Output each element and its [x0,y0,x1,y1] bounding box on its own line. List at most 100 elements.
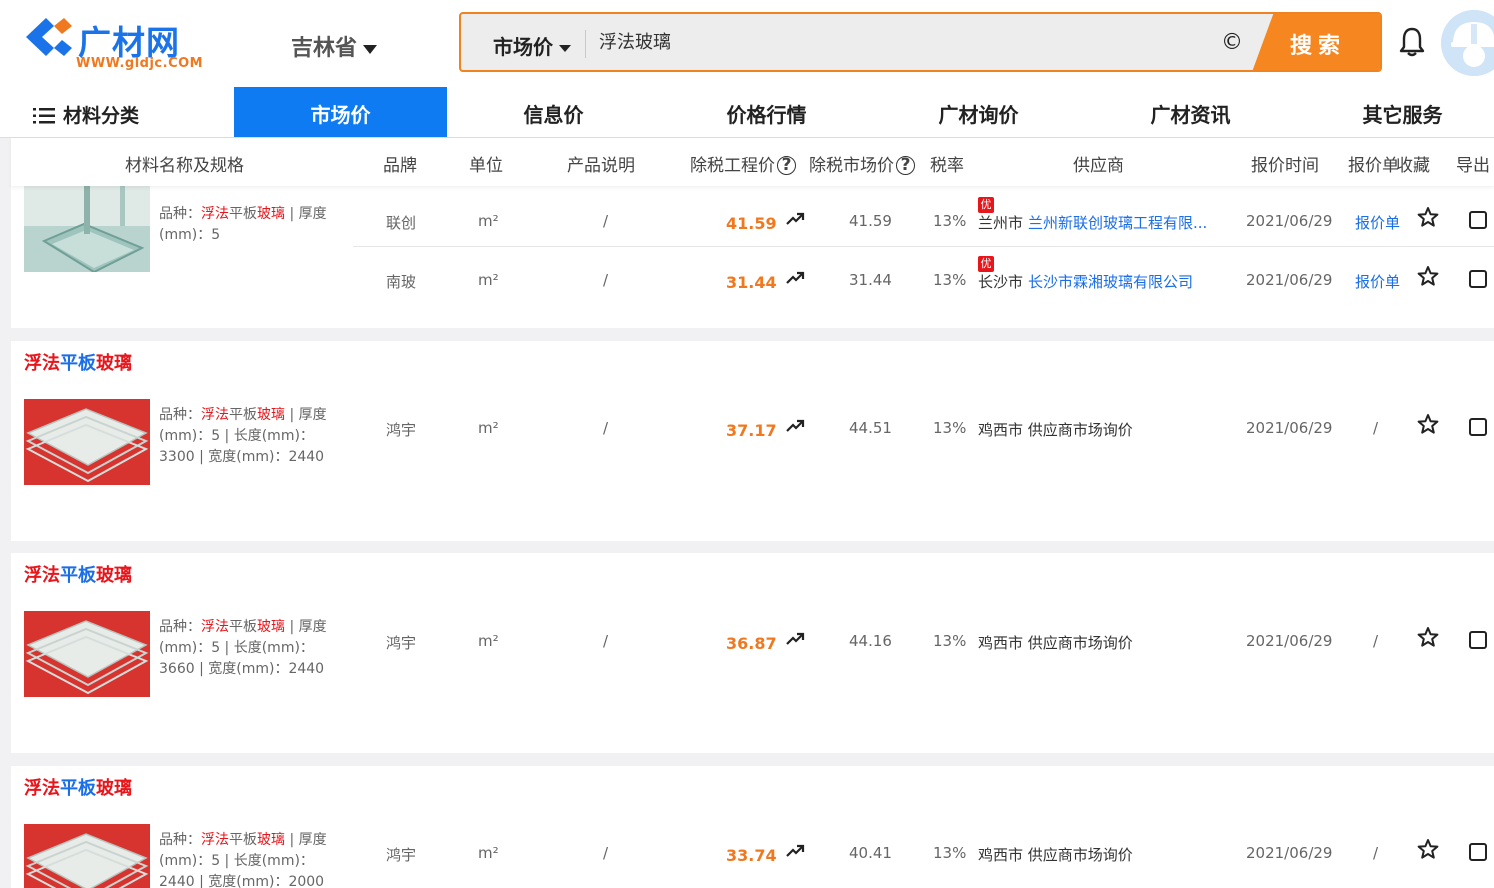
trend-icon[interactable] [785,210,805,228]
tab-news[interactable]: 广材资讯 [1084,87,1297,137]
unit-cell: m² [478,844,499,862]
col-export[interactable]: 导出 [1456,151,1490,176]
quote-link[interactable]: 报价单 [1355,271,1400,292]
spec-highlight: 浮法 [201,407,229,423]
quote-time-cell: 2021/06/29 [1246,419,1333,437]
material-card-2: 浮法平板玻璃 品种：浮法平板玻璃 | 厚度(mm)：5 | 长度(mm)：330… [11,341,1494,541]
material-card-4: 浮法平板玻璃 品种：浮法平板玻璃 | 厚度(mm)：5 | 长度(mm)：244… [11,766,1494,888]
search-type-dropdown[interactable]: 市场价 [493,31,571,60]
desc-cell: / [603,271,609,289]
category-menu[interactable]: 材料分类 [33,101,139,128]
title-part: 平板 [60,778,96,799]
mkt-price-cell: 40.41 [849,844,892,862]
spec-mid: 平板 [229,619,257,635]
glass-sheets-image [24,611,150,697]
product-thumbnail[interactable] [24,824,150,888]
unit-cell: m² [478,419,499,437]
tab-market-price[interactable]: 市场价 [234,87,447,137]
quote-cell: / [1373,632,1379,650]
quote-time-cell: 2021/06/29 [1246,844,1333,862]
eng-price-cell: 41.59 [726,214,777,233]
tab-other-services[interactable]: 其它服务 [1296,87,1494,137]
product-thumbnail[interactable] [24,399,150,485]
trend-icon[interactable] [785,417,805,435]
top-header: 广材网 WWW.gldjc.COM 吉林省 市场价 © 搜索 [0,0,1494,138]
tab-inquiry[interactable]: 广材询价 [872,87,1085,137]
material-title[interactable]: 浮法平板玻璃 [24,774,132,800]
supplier-link[interactable]: 兰州新联创玻璃工程有限... [1028,212,1207,233]
col-mkt-price[interactable]: 除税市场价? [809,151,915,176]
export-checkbox[interactable] [1469,270,1487,288]
region-selector[interactable]: 吉林省 [291,30,378,62]
star-icon[interactable] [1417,626,1439,648]
preferred-badge: 优 [978,197,994,213]
spec-highlight: 玻璃 [257,206,285,222]
col-favorite: 收藏 [1396,156,1430,176]
spec-prefix: 品种： [159,206,201,222]
col-name: 材料名称及规格 [125,156,244,176]
material-title[interactable]: 浮法平板玻璃 [24,561,132,587]
star-icon[interactable] [1417,413,1439,435]
site-logo[interactable]: 广材网 WWW.gldjc.COM [24,14,204,72]
spec-highlight: 浮法 [201,206,229,222]
table-row: 南玻 m² / 31.44 31.44 13% 优 长沙市 长沙市霖湘玻璃有限公… [353,249,1494,307]
unit-cell: m² [478,212,499,230]
eng-price-cell: 31.44 [726,273,777,292]
product-thumbnail[interactable] [24,611,150,697]
tab-info-price[interactable]: 信息价 [447,87,660,137]
col-eng-price[interactable]: 除税工程价? [690,151,796,176]
search-button[interactable]: 搜索 [1252,14,1380,70]
main-nav: 材料分类 市场价 信息价 价格行情 广材询价 广材资讯 其它服务 [0,87,1494,137]
product-thumbnail[interactable] [24,186,150,272]
trend-icon[interactable] [785,269,805,287]
col-time[interactable]: 报价时间 [1251,151,1319,176]
search-input[interactable] [599,30,1199,51]
spec-highlight: 浮法 [201,832,229,848]
export-checkbox[interactable] [1469,843,1487,861]
help-icon[interactable]: ? [777,156,796,175]
help-icon[interactable]: ? [896,156,915,175]
desc-cell: / [603,632,609,650]
tax-cell: 13% [933,632,967,650]
supplier-link[interactable]: 长沙市霖湘玻璃有限公司 [1028,271,1193,292]
search-bar: 市场价 © 搜索 [459,12,1382,72]
export-checkbox[interactable] [1469,211,1487,229]
desc-cell: / [603,212,609,230]
title-part: 玻璃 [96,353,132,374]
eng-price-cell: 36.87 [726,634,777,653]
export-checkbox[interactable] [1469,631,1487,649]
star-icon[interactable] [1417,265,1439,287]
brand-cell: 南玻 [386,273,417,291]
clear-icon[interactable]: © [1221,30,1243,55]
col-brand[interactable]: 品牌 [383,151,417,176]
menu-list-icon [33,108,55,124]
col-quote: 报价单 [1348,156,1399,176]
export-checkbox[interactable] [1469,418,1487,436]
user-avatar[interactable] [1441,10,1494,76]
trend-icon[interactable] [785,842,805,860]
title-part: 玻璃 [96,565,132,586]
col-tax: 税率 [930,156,964,176]
bell-icon[interactable] [1398,26,1426,58]
spec-text: 品种：浮法平板玻璃 | 厚度(mm)：5 | 长度(mm)：3660 | 宽度(… [159,617,337,680]
tab-price-trend[interactable]: 价格行情 [660,87,873,137]
star-icon[interactable] [1417,838,1439,860]
col-supplier: 供应商 [1073,156,1124,176]
desc-cell: / [603,419,609,437]
trend-icon[interactable] [785,630,805,648]
spec-text: 品种：浮法平板玻璃 | 厚度(mm)：5 | 长度(mm)：2440 | 宽度(… [159,830,337,888]
brand-cell: 鸿宇 [386,421,417,439]
logo-url: WWW.gldjc.COM [76,56,204,71]
spec-highlight: 浮法 [201,619,229,635]
supplier-cell: 鸡西市 供应商市场询价 [978,634,1133,652]
table-row: 鸿宇 m² / 33.74 40.41 13% 鸡西市 供应商市场询价 2021… [353,822,1494,880]
material-title[interactable]: 浮法平板玻璃 [24,349,132,375]
title-part: 平板 [60,353,96,374]
table-row: 鸿宇 m² / 36.87 44.16 13% 鸡西市 供应商市场询价 2021… [353,610,1494,668]
star-icon[interactable] [1417,206,1439,228]
mkt-price-cell: 44.16 [849,632,892,650]
spec-highlight: 玻璃 [257,619,285,635]
col-desc: 产品说明 [567,156,635,176]
quote-link[interactable]: 报价单 [1355,212,1400,233]
title-part: 浮法 [24,565,60,586]
